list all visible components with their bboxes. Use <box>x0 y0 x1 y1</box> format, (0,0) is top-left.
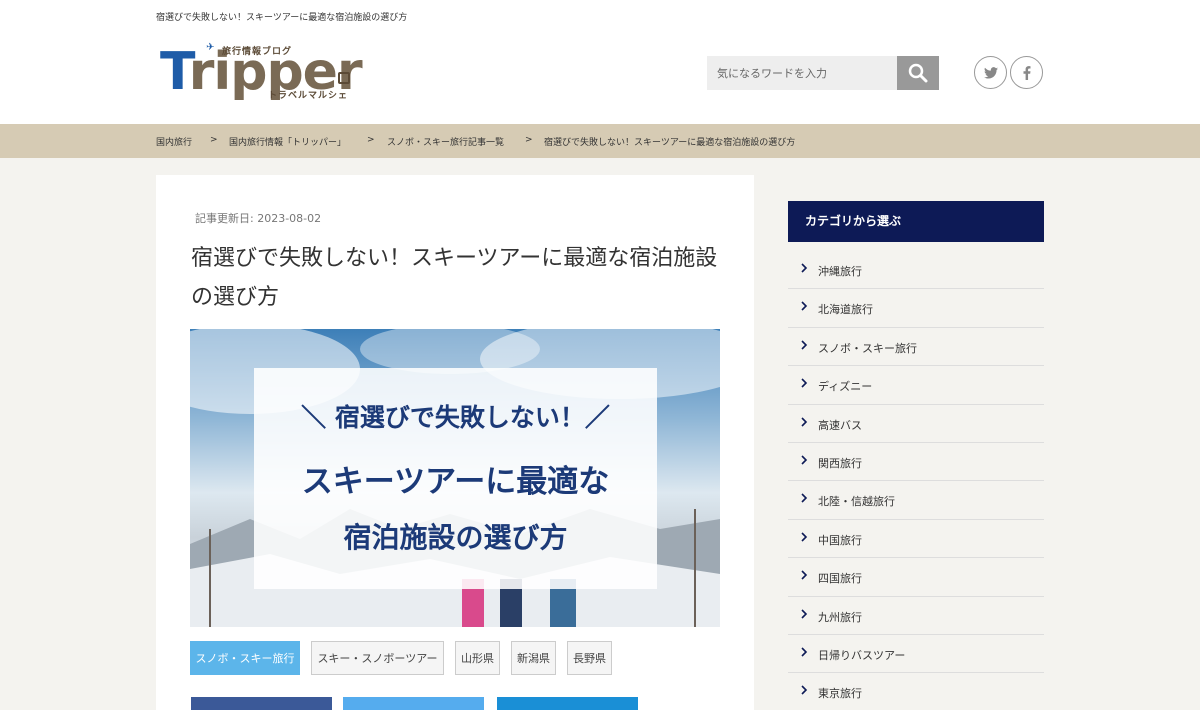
hero-caption-line1: ＼ 宿選びで失敗しない！／ <box>301 403 610 432</box>
tag-link[interactable]: スノボ・スキー旅行 <box>190 641 300 675</box>
tag-link[interactable]: 長野県 <box>567 641 612 675</box>
search-button[interactable] <box>897 56 939 90</box>
chevron-right-icon <box>801 570 808 580</box>
chevron-right-icon <box>801 532 808 542</box>
sidebar-category-label: スノボ・スキー旅行 <box>818 341 917 355</box>
search-input[interactable] <box>707 56 897 90</box>
sidebar-category-item[interactable]: 北陸・信越旅行 <box>788 481 1044 520</box>
sidebar-category-label: 北海道旅行 <box>818 303 873 317</box>
sidebar-category-label: ディズニー <box>818 380 873 394</box>
breadcrumb-item[interactable]: 国内旅行情報「トリッパー」 <box>229 135 346 148</box>
breadcrumb-separator: > <box>525 135 533 145</box>
chevron-right-icon <box>801 378 808 388</box>
category-list: 沖縄旅行北海道旅行スノボ・スキー旅行 ディズニー高速バス関西旅行北陸・信越旅行 中国… <box>788 251 1044 710</box>
facebook-link[interactable] <box>1010 56 1043 89</box>
chevron-right-icon <box>801 647 808 657</box>
sidebar-category-item[interactable]: 日帰りバスツアー <box>788 635 1044 674</box>
updated-date: 記事更新日: 2023-08-02 <box>195 212 322 225</box>
twitter-icon <box>983 66 998 79</box>
sidebar-category-label: 日帰りバスツアー <box>818 648 906 662</box>
breadcrumb-current: 宿選びで失敗しない！スキーツアーに最適な宿泊施設の選び方 <box>544 138 796 148</box>
share-facebook-button[interactable] <box>191 697 332 710</box>
hero-caption-line3: 宿泊施設の選び方 <box>343 521 568 554</box>
chevron-right-icon <box>801 685 808 695</box>
breadcrumb-item[interactable]: スノボ・スキー旅行記事一覧 <box>387 135 504 148</box>
chevron-right-icon <box>801 608 808 619</box>
hero-image: ＼ 宿選びで失敗しない！／ スキーツアーに最適な 宿泊施設の選び方 <box>190 329 720 627</box>
sidebar-category-label: 高速バス <box>818 418 862 432</box>
bus-icon <box>338 72 350 84</box>
breadcrumb-separator: > <box>210 135 218 145</box>
sidebar-category-item[interactable]: 四国旅行 <box>788 558 1044 597</box>
sidebar-category-label: 東京旅行 <box>818 687 862 701</box>
chevron-right-icon <box>801 455 808 465</box>
sidebar-category-label: 関西旅行 <box>818 456 862 470</box>
site-header: 宿選びで失敗しない！スキーツアーに最適な宿泊施設の選び方 ✈ Tripper 旅… <box>0 0 1200 124</box>
search-icon <box>908 63 928 83</box>
sidebar-category-item[interactable]: 関西旅行 <box>788 443 1044 482</box>
article: 記事更新日: 2023-08-02 宿選びで失敗しない！スキーツアーに最適な宿泊… <box>156 175 754 710</box>
logo-tagline-top: 旅行情報ブログ <box>222 47 293 57</box>
page-title: 宿選びで失敗しない！スキーツアーに最適な宿泊施設の選び方 <box>191 246 718 310</box>
sidebar-category-label: 中国旅行 <box>818 533 862 547</box>
sidebar-category-item[interactable]: 中国旅行 <box>788 520 1044 559</box>
sidebar-category-label: 九州旅行 <box>818 610 862 624</box>
tag-link[interactable]: 山形県 <box>455 641 500 675</box>
sidebar-category-item[interactable]: 沖縄旅行 <box>788 251 1044 290</box>
chevron-right-icon <box>801 493 808 503</box>
sidebar-heading: カテゴリから選ぶ <box>788 201 1044 242</box>
sidebar-category-item[interactable]: スノボ・スキー旅行 <box>788 328 1044 367</box>
sidebar-category-item[interactable]: 九州旅行 <box>788 597 1044 635</box>
share-twitter-button[interactable] <box>343 697 484 710</box>
share-hatena-button[interactable] <box>497 697 638 710</box>
facebook-icon <box>1023 65 1030 80</box>
sidebar-category-item[interactable]: ディズニー <box>788 366 1044 405</box>
sidebar-category-item[interactable]: 高速バス <box>788 405 1044 443</box>
hero-title-card: ＼ 宿選びで失敗しない！／ スキーツアーに最適な 宿泊施設の選び方 <box>254 368 657 589</box>
sidebar-category-label: 北陸・信越旅行 <box>818 495 895 509</box>
breadcrumb-item[interactable]: 国内旅行 <box>156 135 192 148</box>
site-logo[interactable]: ✈ Tripper 旅行情報ブログ トラベルマルシェ <box>160 42 363 104</box>
sidebar: カテゴリから選ぶ 沖縄旅行北海道旅行スノボ・スキー旅行 ディズニー高速バス関西旅行… <box>788 201 1044 710</box>
tag-link[interactable]: 新潟県 <box>511 641 556 675</box>
logo-tagline-bottom: トラベルマルシェ <box>268 91 349 101</box>
sidebar-category-label: 沖縄旅行 <box>818 265 862 278</box>
sidebar-category-label: 四国旅行 <box>818 572 862 586</box>
breadcrumb: 国内旅行 > 国内旅行情報「トリッパー」 > スノボ・スキー旅行記事一覧 > 宿… <box>0 124 1200 158</box>
chevron-right-icon <box>801 301 808 311</box>
twitter-link[interactable] <box>974 56 1007 89</box>
chevron-right-icon <box>801 340 808 350</box>
chevron-right-icon <box>801 263 808 273</box>
sidebar-category-item[interactable]: 東京旅行 <box>788 673 1044 710</box>
sidebar-category-item[interactable]: 北海道旅行 <box>788 289 1044 328</box>
breadcrumb-separator: > <box>367 135 375 145</box>
site-tagline: 宿選びで失敗しない！スキーツアーに最適な宿泊施設の選び方 <box>156 13 408 23</box>
hero-caption-line2: スキーツアーに最適な <box>301 464 610 500</box>
tag-link[interactable]: スキー・スノボーツアー <box>311 641 444 675</box>
chevron-right-icon <box>801 416 808 427</box>
